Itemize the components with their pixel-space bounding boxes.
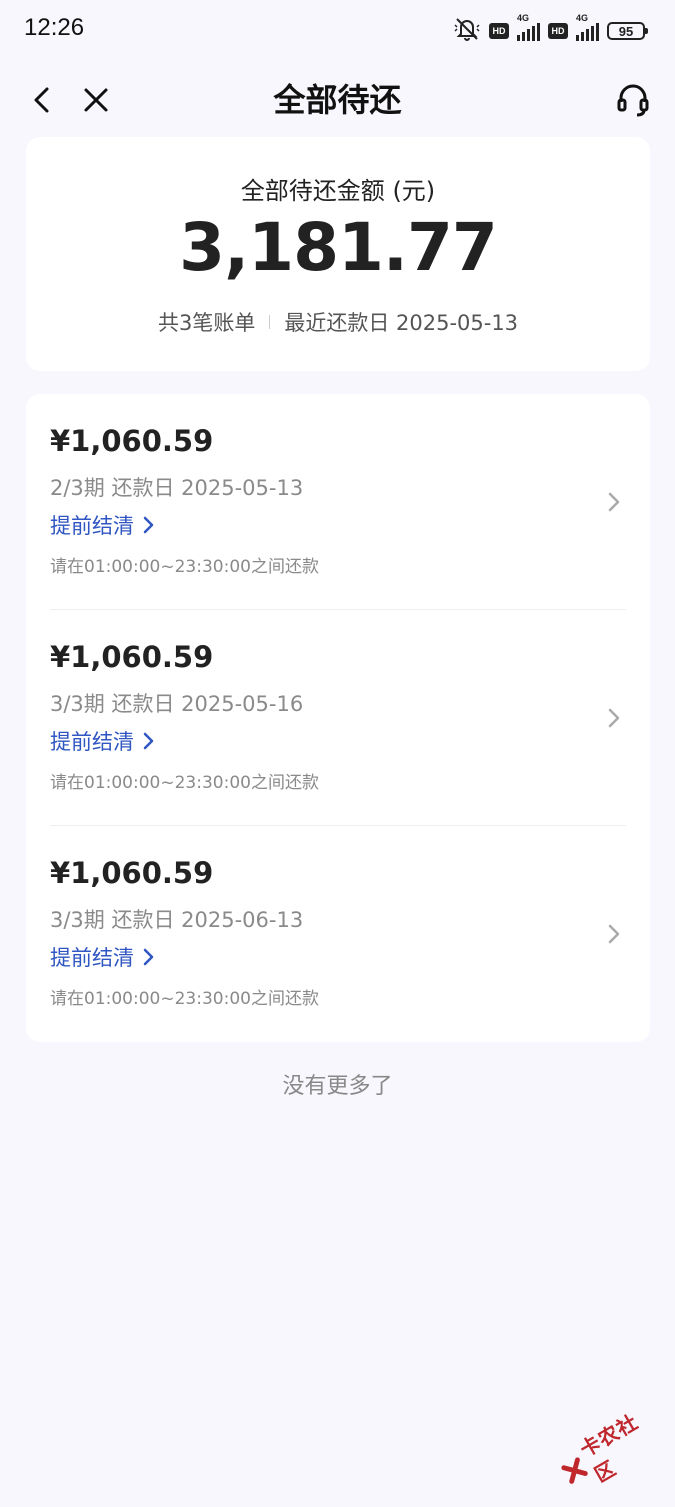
bill-period: 3/3期 还款日 2025-05-16: [50, 692, 304, 716]
status-bar: 12:26 HD 4G HD 4G 95: [0, 0, 675, 60]
status-time: 12:26: [24, 14, 85, 41]
status-icons: HD 4G HD 4G 95: [453, 13, 648, 46]
signal-icon: 4G: [517, 13, 540, 41]
early-settle-label: 提前结清: [50, 946, 134, 970]
chevron-right-icon: [143, 948, 154, 966]
chevron-right-icon: [143, 516, 154, 534]
bill-detail-chevron[interactable]: [604, 922, 624, 946]
bill-item[interactable]: ¥1,060.59 3/3期 还款日 2025-05-16 提前结清 请在01:…: [26, 610, 650, 826]
repayment-window-note: 请在01:00:00~23:30:00之间还款: [50, 989, 319, 1009]
chevron-right-icon: [608, 924, 620, 944]
chevron-right-icon: [143, 732, 154, 750]
repayment-window-note: 请在01:00:00~23:30:00之间还款: [50, 773, 319, 793]
page-title: 全部待还: [273, 81, 402, 119]
bill-detail-chevron[interactable]: [604, 706, 624, 730]
bill-count: 共3笔账单: [157, 311, 256, 335]
bill-amount: ¥1,060.59: [50, 856, 214, 890]
bill-period: 3/3期 还款日 2025-06-13: [50, 908, 304, 932]
no-more-footer: 没有更多了: [282, 1074, 393, 1099]
total-due-label: 全部待还金额 (元): [240, 177, 436, 205]
early-settle-link[interactable]: 提前结清: [50, 510, 154, 540]
signal-icon-2: 4G: [576, 13, 599, 41]
customer-service-button[interactable]: [611, 78, 655, 122]
summary-meta: 共3笔账单 最近还款日 2025-05-13: [26, 307, 650, 337]
total-due-amount: 3,181.77: [179, 209, 498, 286]
bill-item[interactable]: ¥1,060.59 3/3期 还款日 2025-06-13 提前结清 请在01:…: [26, 826, 650, 1042]
battery-icon: 95: [607, 22, 648, 40]
watermark: 卡农社区: [547, 1391, 675, 1507]
bill-period: 2/3期 还款日 2025-05-13: [50, 476, 304, 500]
early-settle-label: 提前结清: [50, 514, 134, 538]
early-settle-label: 提前结清: [50, 730, 134, 754]
recent-due-date: 最近还款日 2025-05-13: [284, 311, 519, 335]
early-settle-link[interactable]: 提前结清: [50, 726, 154, 756]
bill-amount: ¥1,060.59: [50, 424, 214, 458]
hd-icon: HD: [489, 23, 509, 39]
hd-icon-2: HD: [548, 23, 568, 39]
chevron-right-icon: [608, 708, 620, 728]
bill-item[interactable]: ¥1,060.59 2/3期 还款日 2025-05-13 提前结清 请在01:…: [26, 394, 650, 610]
chevron-right-icon: [608, 492, 620, 512]
mute-bell-icon: [453, 16, 481, 46]
bill-amount: ¥1,060.59: [50, 640, 214, 674]
bill-detail-chevron[interactable]: [604, 490, 624, 514]
meta-divider: [269, 315, 271, 329]
repayment-window-note: 请在01:00:00~23:30:00之间还款: [50, 557, 319, 577]
summary-card: 全部待还金额 (元) 3,181.77 共3笔账单 最近还款日 2025-05-…: [26, 137, 650, 371]
bill-list: ¥1,060.59 2/3期 还款日 2025-05-13 提前结清 请在01:…: [26, 394, 650, 1042]
nav-bar: 全部待还: [0, 60, 675, 140]
headset-icon: [617, 84, 649, 117]
early-settle-link[interactable]: 提前结清: [50, 942, 154, 972]
